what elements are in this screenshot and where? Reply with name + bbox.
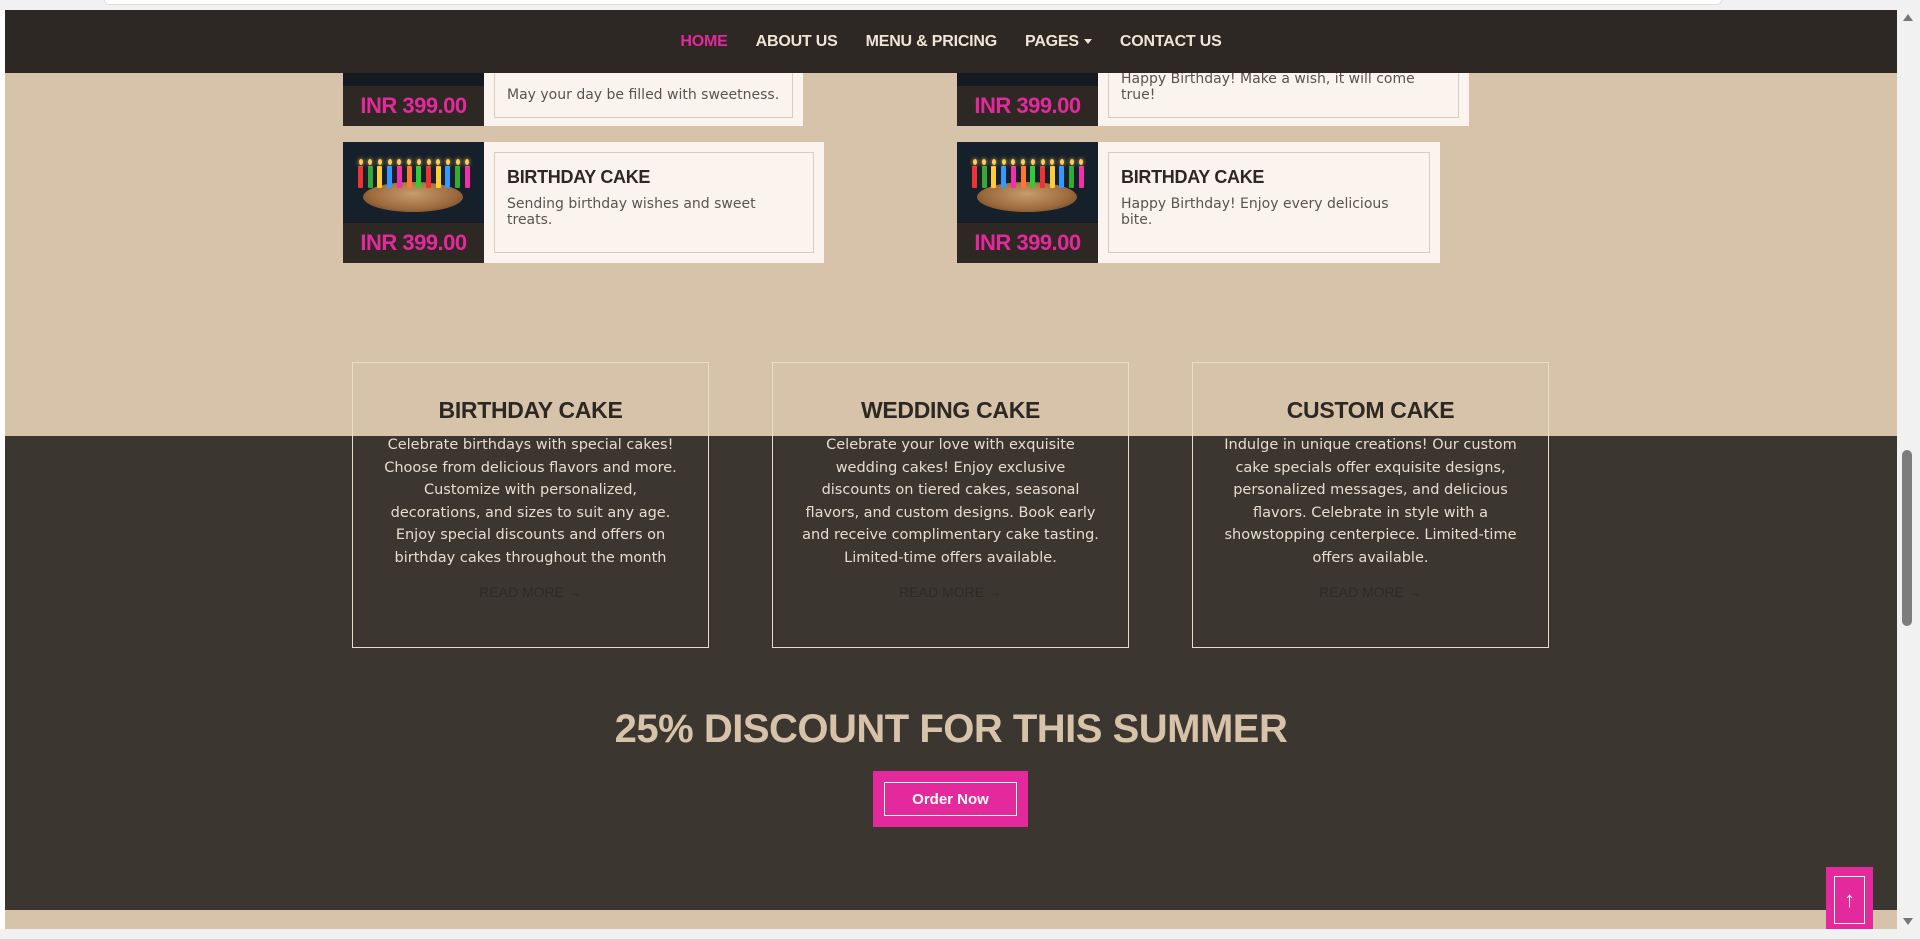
menu-item-description: Happy Birthday! Make a wish, it will com…	[1121, 71, 1415, 103]
menu-item[interactable]: INR 399.00 BIRTHDAY CAKE Happy Birthday!…	[957, 142, 1440, 263]
page-viewport: HOME ABOUT US MENU & PRICING PAGES CONTA…	[5, 10, 1897, 929]
cake-thumbnail: INR 399.00	[343, 142, 484, 263]
back-to-top-button[interactable]: ↑	[1826, 867, 1873, 929]
menu-item-description: May your day be filled with sweetness.	[507, 87, 780, 103]
nav-contact-us[interactable]: CONTACT US	[1120, 33, 1222, 51]
page-scrollbar[interactable]	[1897, 10, 1920, 929]
service-title: CUSTOM CAKE	[1286, 397, 1455, 423]
browser-bottom	[0, 929, 1920, 939]
service-description: Celebrate your love with exquisite weddi…	[802, 437, 1099, 566]
service-description: Celebrate birthdays with special cakes! …	[384, 437, 677, 566]
service-card-custom: CUSTOM CAKE Indulge in unique creations!…	[1192, 362, 1549, 648]
nav-about-us[interactable]: ABOUT US	[756, 33, 838, 51]
cake-thumbnail: INR 399.00	[957, 142, 1098, 263]
service-title: WEDDING CAKE	[860, 397, 1041, 423]
scroll-down-icon[interactable]	[1903, 918, 1913, 925]
menu-item-title: BIRTHDAY CAKE	[1121, 167, 1265, 187]
service-title: BIRTHDAY CAKE	[438, 397, 623, 423]
menu-item-description: Happy Birthday! Enjoy every delicious bi…	[1121, 196, 1389, 228]
menu-item-price: INR 399.00	[957, 86, 1098, 126]
footer-section	[5, 910, 1897, 929]
scroll-up-icon[interactable]	[1903, 14, 1913, 21]
discount-heading: 25% DISCOUNT FOR THIS SUMMER	[614, 707, 1288, 751]
menu-item-description: Sending birthday wishes and sweet treats…	[507, 196, 756, 228]
arrow-up-icon: ↑	[1834, 876, 1865, 924]
nav-menu-pricing[interactable]: MENU & PRICING	[866, 33, 998, 51]
main-navbar: HOME ABOUT US MENU & PRICING PAGES CONTA…	[5, 10, 1897, 73]
order-now-button[interactable]: Order Now	[873, 771, 1028, 827]
menu-item-price: INR 399.00	[957, 223, 1098, 263]
birthday-cake-image	[957, 142, 1098, 222]
read-more-link[interactable]: READ MORE →	[353, 584, 708, 600]
address-bar[interactable]	[104, 0, 1722, 5]
nav-pages-label: PAGES	[1025, 32, 1079, 50]
caret-down-icon	[1083, 39, 1092, 44]
menu-item[interactable]: INR 399.00 BIRTHDAY CAKE Sending birthda…	[343, 142, 824, 263]
browser-top-bar	[0, 0, 1920, 10]
birthday-cake-image	[343, 142, 484, 222]
read-more-link[interactable]: READ MORE →	[773, 584, 1128, 600]
nav-home[interactable]: HOME	[680, 33, 727, 51]
nav-pages-dropdown[interactable]: PAGES	[1025, 33, 1092, 51]
read-more-link[interactable]: READ MORE →	[1193, 584, 1548, 600]
service-card-wedding: WEDDING CAKE Celebrate your love with ex…	[772, 362, 1129, 648]
order-now-label: Order Now	[884, 782, 1017, 816]
service-card-birthday: BIRTHDAY CAKE Celebrate birthdays with s…	[352, 362, 709, 648]
menu-item-price: INR 399.00	[343, 86, 484, 126]
menu-item-price: INR 399.00	[343, 223, 484, 263]
menu-item-title: BIRTHDAY CAKE	[507, 167, 651, 187]
service-description: Indulge in unique creations! Our custom …	[1224, 437, 1517, 566]
scrollbar-thumb[interactable]	[1902, 450, 1912, 626]
